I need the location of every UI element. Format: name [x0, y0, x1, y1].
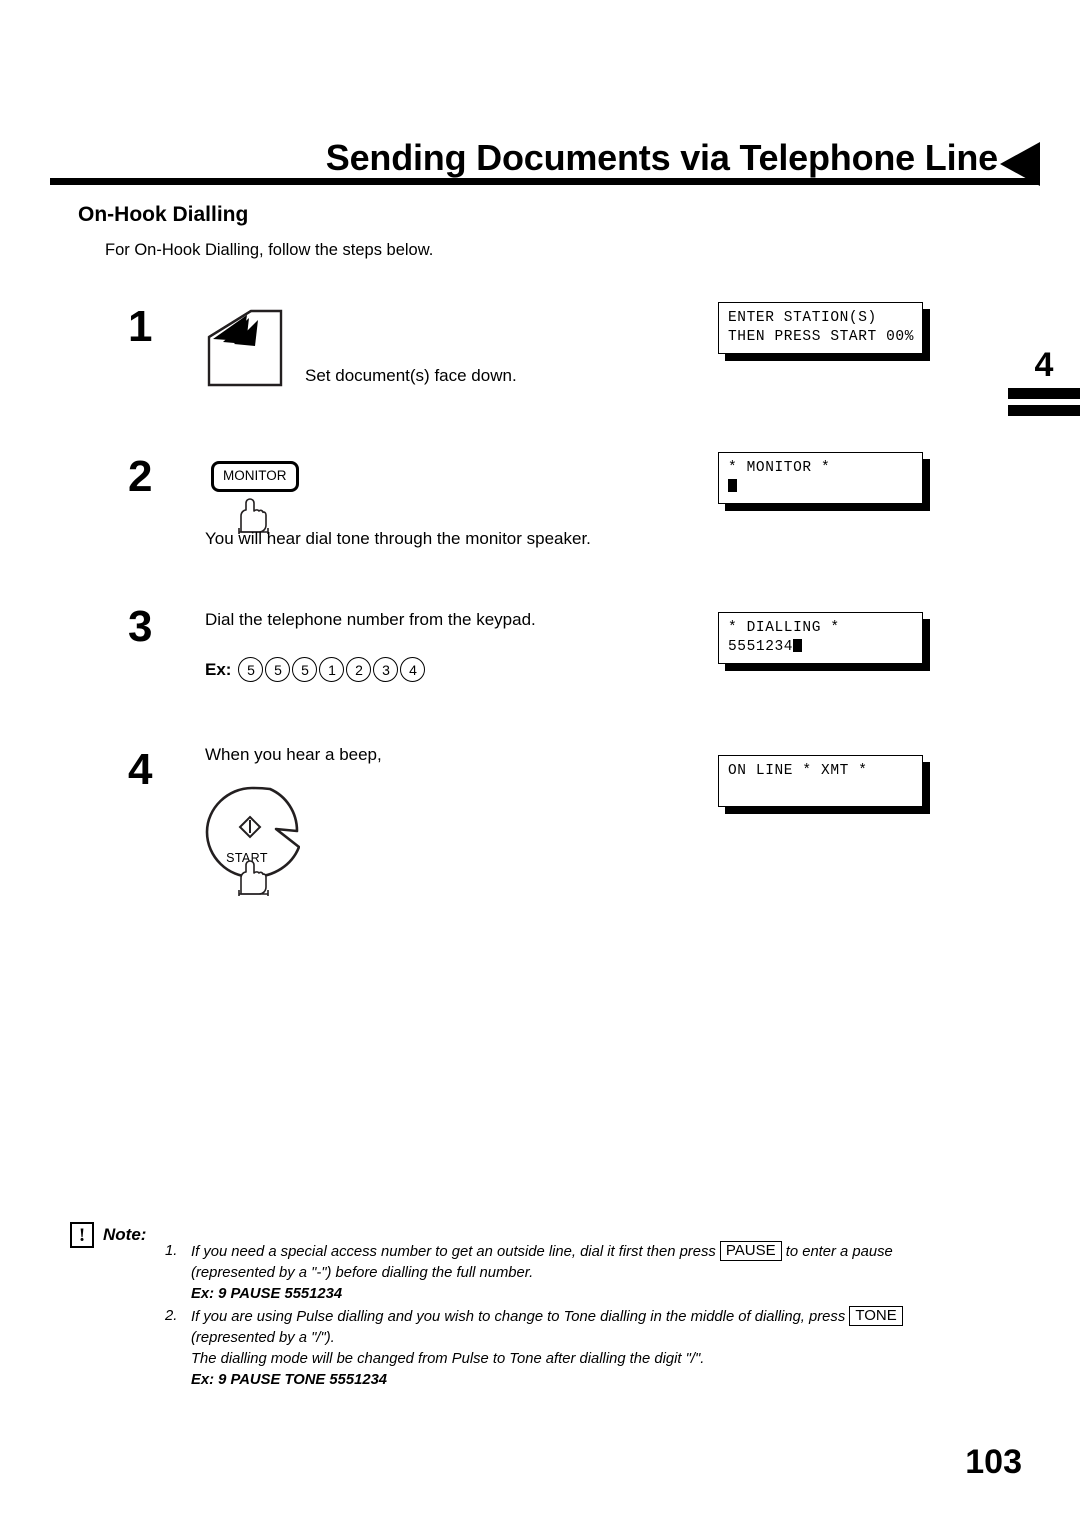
- note-text-after: to enter a pause: [785, 1244, 893, 1260]
- lcd-cursor-icon: [728, 479, 737, 492]
- keypad-digit: 5: [292, 657, 318, 682]
- monitor-key-label: MONITOR: [223, 468, 287, 483]
- note-example: Ex: 9 PAUSE TONE 5551234: [191, 1372, 388, 1388]
- note-item: 2. If you are using Pulse dialling and y…: [165, 1306, 1025, 1391]
- note-marker: 1.: [165, 1243, 178, 1259]
- keypad-digit: 1: [319, 657, 345, 682]
- note-paragraph: If you need a special access number to g…: [191, 1241, 1025, 1263]
- lcd-body-4: ON LINE * XMT *: [718, 755, 923, 807]
- step-4-text: When you hear a beep,: [205, 745, 382, 764]
- note-label: Note:: [103, 1225, 147, 1244]
- keypad-digit: 5: [238, 657, 264, 682]
- chapter-tab: 4: [1008, 348, 1080, 416]
- tone-key-icon: TONE: [849, 1306, 903, 1326]
- step-3-number: 3: [128, 602, 153, 651]
- note-item: 1. If you need a special access number t…: [165, 1241, 1025, 1305]
- lcd-1-line-2: THEN PRESS START 00%: [728, 329, 915, 345]
- lcd-display-2: * MONITOR *: [718, 452, 930, 511]
- step-3-text: Dial the telephone number from the keypa…: [205, 610, 536, 629]
- pause-key-icon: PAUSE: [719, 1241, 782, 1261]
- lcd-body-1: ENTER STATION(S) THEN PRESS START 00%: [718, 302, 923, 354]
- document-feeder-icon: [207, 309, 283, 387]
- exclamation-note-icon: !: [70, 1222, 94, 1248]
- keypad-digit: 2: [346, 657, 372, 682]
- keypad-digit: 3: [373, 657, 399, 682]
- step-2-number: 2: [128, 452, 153, 501]
- section-intro: For On-Hook Dialling, follow the steps b…: [105, 241, 434, 259]
- step-3-example: Ex: 5 5 5 1 2 3 4: [205, 657, 427, 682]
- chapter-number: 4: [1034, 346, 1054, 384]
- document-page: Sending Documents via Telephone Line 4 O…: [0, 0, 1080, 1528]
- lcd-display-3: * DIALLING * 5551234: [718, 612, 930, 671]
- lcd-2-line-1: * MONITOR *: [728, 460, 831, 476]
- lcd-4-line-1: ON LINE * XMT *: [728, 763, 868, 779]
- note-text-before: If you are using Pulse dialling and you …: [191, 1309, 846, 1325]
- pointing-finger-icon: [238, 860, 269, 896]
- lcd-1-line-1: ENTER STATION(S): [728, 310, 877, 326]
- note-list: 1. If you need a special access number t…: [165, 1241, 1025, 1392]
- header-divider: [50, 178, 1040, 185]
- step-2-text: You will hear dial tone through the moni…: [205, 529, 591, 548]
- lcd-3-line-1: * DIALLING *: [728, 620, 840, 636]
- example-label: Ex:: [205, 659, 232, 679]
- step-1-number: 1: [128, 302, 153, 351]
- lcd-body-2: * MONITOR *: [718, 452, 923, 504]
- step-1-text: Set document(s) face down.: [305, 366, 517, 385]
- lcd-3-number: 5551234: [728, 639, 794, 655]
- page-number: 103: [965, 1443, 1022, 1481]
- section-title: On-Hook Dialling: [78, 203, 249, 226]
- lcd-display-1: ENTER STATION(S) THEN PRESS START 00%: [718, 302, 930, 361]
- note-paragraph: (represented by a "-") before dialling t…: [191, 1265, 534, 1281]
- keypad-digit: 4: [400, 657, 426, 682]
- lcd-2-line-2: [728, 478, 922, 497]
- page-header: Sending Documents via Telephone Line: [50, 118, 1040, 188]
- note-example: Ex: 9 PAUSE 5551234: [191, 1286, 343, 1302]
- lcd-cursor-icon: [793, 639, 803, 652]
- lcd-body-3: * DIALLING * 5551234: [718, 612, 923, 664]
- chapter-bar-top: [1008, 388, 1080, 399]
- note-text-before: If you need a special access number to g…: [191, 1244, 716, 1260]
- note-paragraph: (represented by a "/").: [191, 1330, 335, 1346]
- note-paragraph: If you are using Pulse dialling and you …: [191, 1306, 1025, 1328]
- lcd-3-line-2: 5551234: [728, 638, 922, 657]
- note-paragraph: The dialling mode will be changed from P…: [191, 1351, 705, 1367]
- keypad-digit: 5: [265, 657, 291, 682]
- page-title: Sending Documents via Telephone Line: [325, 137, 998, 178]
- step-4-number: 4: [128, 745, 153, 794]
- monitor-key-button[interactable]: MONITOR: [211, 461, 299, 492]
- lcd-display-4: ON LINE * XMT *: [718, 755, 930, 814]
- note-marker: 2.: [165, 1308, 178, 1324]
- chapter-bar-bottom: [1008, 405, 1080, 416]
